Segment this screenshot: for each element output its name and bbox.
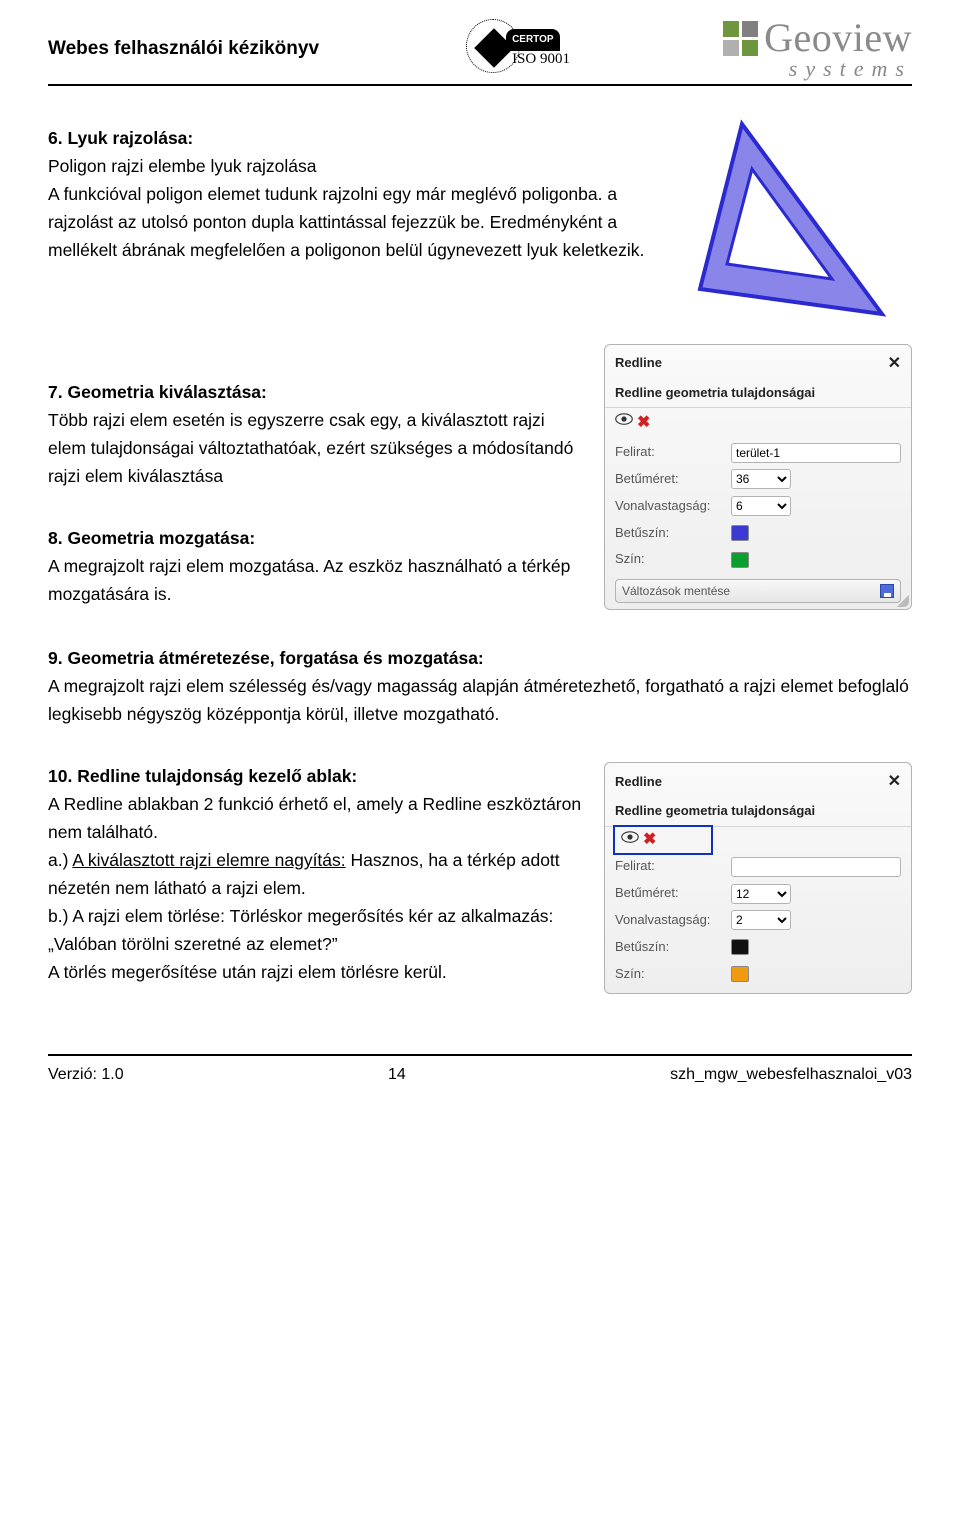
panel2-subtitle: Redline geometria tulajdonságai — [605, 799, 911, 827]
panel2-betumeret-select[interactable]: 12 — [731, 884, 791, 904]
section-10-p2a: a.) A kiválasztott rajzi elemre nagyítás… — [48, 846, 586, 902]
panel2-betumeret-label: Betűméret: — [615, 883, 725, 904]
panel2-szin-label: Szín: — [615, 964, 725, 985]
resize-grip-icon[interactable] — [897, 595, 909, 607]
panel1-title: Redline — [615, 353, 662, 374]
panel2-betuszin-label: Betűszín: — [615, 937, 725, 958]
panel1-betumeret-select[interactable]: 36 — [731, 469, 791, 489]
panel1-save-label: Változások mentése — [622, 584, 730, 598]
triangle-illustration-icon — [682, 114, 912, 344]
section-10-p3: b.) A rajzi elem törlése: Törléskor mege… — [48, 902, 586, 958]
section-9-p1: A megrajzolt rajzi elem szélesség és/vag… — [48, 672, 912, 728]
panel2-felirat-input[interactable] — [731, 857, 901, 877]
section-10-heading: 10. Redline tulajdonság kezelő ablak: — [48, 762, 586, 790]
section-10-p4: A törlés megerősítése után rajzi elem tö… — [48, 958, 586, 986]
panel1-betuszin-swatch[interactable] — [731, 525, 749, 541]
delete-element-icon[interactable]: ✖ — [643, 833, 656, 847]
section-6-p1: Poligon rajzi elembe lyuk rajzolása — [48, 152, 664, 180]
section-8-heading: 8. Geometria mozgatása: — [48, 524, 586, 552]
panel1-betumeret-label: Betűméret: — [615, 469, 725, 490]
panel2-vonal-select[interactable]: 2 — [731, 910, 791, 930]
panel1-betuszin-label: Betűszín: — [615, 523, 725, 544]
footer-version: Verzió: 1.0 — [48, 1062, 124, 1088]
close-icon[interactable]: ✕ — [888, 351, 901, 377]
panel2-szin-swatch[interactable] — [731, 966, 749, 982]
section-9-heading: 9. Geometria átméretezése, forgatása és … — [48, 644, 912, 672]
close-icon[interactable]: ✕ — [888, 769, 901, 795]
zoom-to-element-icon[interactable] — [621, 830, 639, 851]
footer-docid: szh_mgw_webesfelhasznaloi_v03 — [670, 1062, 912, 1088]
panel2-felirat-label: Felirat: — [615, 856, 725, 877]
geoview-logo: Geoview systems — [723, 18, 912, 80]
redline-properties-panel-2: Redline ✕ Redline geometria tulajdonsága… — [604, 762, 912, 994]
redline-properties-panel-1: Redline ✕ Redline geometria tulajdonsága… — [604, 344, 912, 610]
header-divider — [48, 84, 912, 86]
delete-element-icon[interactable]: ✖ — [637, 416, 650, 430]
panel1-szin-label: Szín: — [615, 549, 725, 570]
logo-name: Geoview — [764, 18, 912, 58]
save-floppy-icon — [880, 584, 894, 598]
section-6-heading: 6. Lyuk rajzolása: — [48, 124, 664, 152]
section-8-p1: A megrajzolt rajzi elem mozgatása. Az es… — [48, 552, 586, 608]
panel1-vonal-select[interactable]: 6 — [731, 496, 791, 516]
section-10-p1: A Redline ablakban 2 funkció érhető el, … — [48, 790, 586, 846]
panel1-szin-swatch[interactable] — [731, 552, 749, 568]
section-7-p1: Több rajzi elem esetén is egyszerre csak… — [48, 406, 586, 490]
panel1-vonal-label: Vonalvastagság: — [615, 496, 725, 517]
footer-page: 14 — [388, 1062, 406, 1088]
iso-label: ISO 9001 — [506, 47, 576, 71]
logo-subtext: systems — [723, 58, 912, 80]
panel1-save-button[interactable]: Változások mentése — [615, 579, 901, 603]
section-6-p2: A funkcióval poligon elemet tudunk rajzo… — [48, 180, 664, 264]
logo-squares-icon — [723, 21, 758, 56]
panel1-subtitle: Redline geometria tulajdonságai — [605, 381, 911, 409]
doc-title: Webes felhasználói kézikönyv — [48, 34, 319, 64]
panel1-felirat-label: Felirat: — [615, 442, 725, 463]
section-7-heading: 7. Geometria kiválasztása: — [48, 378, 586, 406]
panel2-vonal-label: Vonalvastagság: — [615, 910, 725, 931]
panel2-title: Redline — [615, 772, 662, 793]
panel1-felirat-input[interactable] — [731, 443, 901, 463]
iso-cert-badge: CERTOP ISO 9001 — [466, 23, 576, 75]
panel2-betuszin-swatch[interactable] — [731, 939, 749, 955]
zoom-to-element-icon[interactable] — [615, 412, 633, 433]
